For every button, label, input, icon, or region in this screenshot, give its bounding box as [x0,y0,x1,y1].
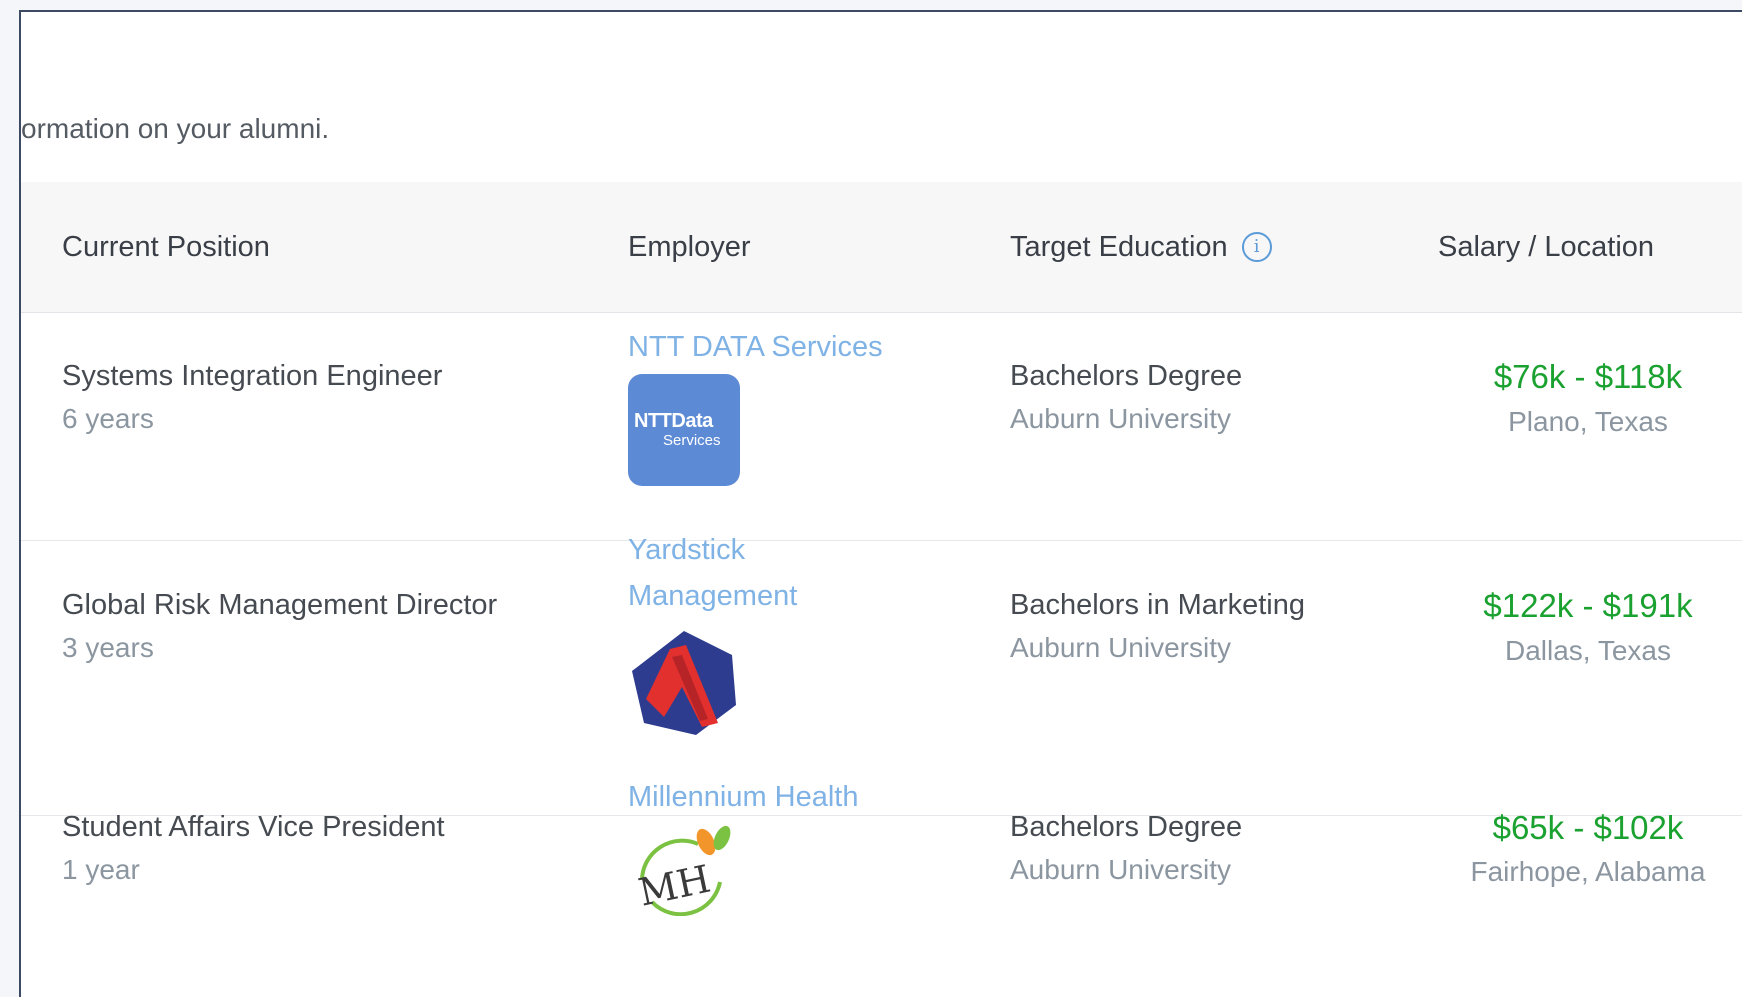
position-years: 3 years [62,632,154,663]
education-school: Auburn University [1010,632,1231,663]
intro-text: ormation on your alumni. [21,113,330,144]
header-target-education: Target Education i [1010,182,1272,312]
salary-range: $122k - $191k [1483,587,1693,624]
location: Plano, Texas [1508,406,1668,437]
table-row: Systems Integration Engineer 6 years NTT… [21,312,1742,541]
millennium-health-logo[interactable]: MH [628,824,740,916]
employer-link-line-1[interactable]: Yardstick [628,527,745,573]
table-header: Current Position Employer Target Educati… [21,182,1742,313]
position-title: Global Risk Management Director [62,589,498,621]
salary-range: $76k - $118k [1493,358,1683,395]
ntt-data-logo[interactable]: NTTData Services [628,374,740,486]
education-degree: Bachelors Degree [1010,811,1243,843]
employer-link[interactable]: Millennium Health [628,774,859,820]
location: Dallas, Texas [1504,635,1671,666]
position-years: 6 years [62,403,154,434]
info-icon[interactable]: i [1241,232,1272,262]
logo-subtext: Services [663,432,721,449]
education-degree: Bachelors Degree [1010,360,1243,392]
table-row: Student Affairs Vice President 1 year Mi… [21,781,1742,997]
education-school: Auburn University [1010,403,1231,434]
header-salary-location: Salary / Location [1438,231,1655,263]
header-employer: Employer [628,231,751,263]
header-target-education-label: Target Education [1010,231,1228,263]
salary-range: $65k - $102k [1492,809,1684,846]
education-school: Auburn University [1010,854,1231,885]
position-title: Student Affairs Vice President [62,811,445,843]
page-background: ormation on your alumni. Current Positio… [0,0,1742,997]
logo-text: NTTData [634,410,713,432]
position-years: 1 year [62,854,140,885]
employer-link[interactable]: NTT DATA Services [628,324,883,370]
location: Fairhope, Alabama [1470,856,1706,887]
alumni-card: ormation on your alumni. Current Positio… [19,10,1742,997]
education-degree: Bachelors in Marketing [1010,589,1305,621]
table-row: Global Risk Management Director 3 years … [21,534,1742,816]
yardstick-logo[interactable] [628,627,740,739]
employer-link-line-2[interactable]: Management [628,573,797,619]
position-title: Systems Integration Engineer [62,360,443,392]
header-current-position: Current Position [62,231,270,263]
